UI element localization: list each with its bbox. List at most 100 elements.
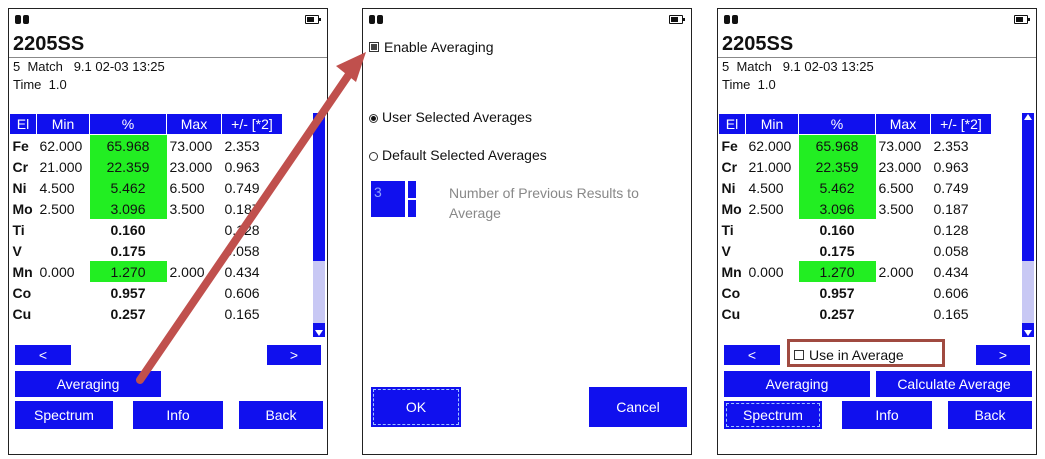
scroll-up-icon[interactable]	[315, 114, 323, 120]
table-row[interactable]: Fe 62.000 65.968 73.000 2.353	[719, 134, 992, 156]
status-bar	[718, 9, 1036, 31]
scrollbar-thumb[interactable]	[313, 261, 325, 323]
next-button[interactable]: >	[267, 345, 321, 365]
table-row[interactable]: Mo 2.500 3.096 3.500 0.187	[719, 198, 992, 219]
calculate-average-button[interactable]: Calculate Average	[876, 371, 1032, 397]
results-table-header: El Min% Max +/- [*2]	[718, 113, 992, 135]
scroll-down-icon[interactable]	[315, 330, 323, 336]
cell-el: Ni	[721, 179, 736, 196]
cell-min	[37, 303, 90, 324]
cell-el: Mn	[12, 263, 33, 280]
next-icon: >	[998, 347, 1008, 363]
time-line: Time 1.0	[13, 77, 67, 92]
stepper-down-icon[interactable]	[408, 200, 416, 217]
scrollbar-thumb[interactable]	[1022, 261, 1034, 323]
cell-el: Cr	[721, 158, 738, 175]
stepper-label: Number of Previous Results to Average	[449, 185, 639, 221]
cell-max: 6.500	[169, 179, 205, 196]
binoculars-icon	[15, 13, 29, 25]
cancel-button[interactable]: Cancel	[589, 387, 687, 427]
column-header: %	[798, 113, 876, 135]
cell-max: 2.000	[878, 263, 914, 280]
battery-icon	[669, 15, 685, 24]
cell-el: Mo	[12, 200, 33, 217]
stepper-up-icon[interactable]	[408, 181, 416, 198]
cell-pct: 65.968	[798, 134, 876, 156]
averaging-button[interactable]: Averaging	[15, 371, 161, 397]
table-row[interactable]: Co 0.957 0.606	[10, 282, 283, 303]
cell-max	[167, 282, 222, 303]
cell-max	[876, 282, 931, 303]
prev-button[interactable]: <	[724, 345, 780, 365]
cell-min	[746, 303, 799, 324]
cell-max	[167, 240, 222, 261]
status-bar	[363, 9, 691, 31]
back-button[interactable]: Back	[948, 401, 1032, 429]
cell-pct: 3.096	[798, 198, 876, 219]
cell-err: 0.165	[224, 305, 260, 322]
back-button[interactable]: Back	[239, 401, 323, 429]
table-row[interactable]: Mn 0.000 1.270 2.000 0.434	[10, 261, 283, 282]
averaging-button[interactable]: Averaging	[724, 371, 870, 397]
table-row[interactable]: Cu 0.257 0.165	[10, 303, 283, 324]
spectrum-button[interactable]: Spectrum	[724, 401, 822, 429]
scrollbar[interactable]	[313, 113, 325, 337]
table-row[interactable]: Mn 0.000 1.270 2.000 0.434	[719, 261, 992, 282]
cell-pct: 1.270	[89, 261, 167, 282]
table-row[interactable]: Co 0.957 0.606	[719, 282, 992, 303]
prev-button[interactable]: <	[15, 345, 71, 365]
cell-max	[167, 303, 222, 324]
next-icon: >	[289, 347, 299, 363]
table-row[interactable]: V 0.175 0.058	[719, 240, 992, 261]
default-selected-label: Default Selected Averages	[382, 147, 547, 163]
table-row[interactable]: Ni 4.500 5.462 6.500 0.749	[719, 177, 992, 198]
spectrum-button[interactable]: Spectrum	[15, 401, 113, 429]
checkbox-checked-icon	[369, 42, 379, 52]
table-row[interactable]: Cr 21.000 22.359 23.000 0.963	[719, 156, 992, 177]
table-row[interactable]: Fe 62.000 65.968 73.000 2.353	[10, 134, 283, 156]
cell-err: 0.128	[933, 221, 969, 238]
info-button[interactable]: Info	[133, 401, 223, 429]
column-header: Min	[36, 113, 90, 135]
cell-pct: 0.957	[110, 284, 146, 301]
spectrum-label: Spectrum	[34, 407, 94, 423]
scrollbar[interactable]	[1022, 113, 1034, 337]
table-row[interactable]: Ti 0.160 0.128	[719, 219, 992, 240]
table-row[interactable]: Ti 0.160 0.128	[10, 219, 283, 240]
column-header: Max	[166, 113, 222, 135]
scroll-up-icon[interactable]	[1024, 114, 1032, 120]
results-screen-right: 2205SS 5 Match 9.1 02-03 13:25 Time 1.0 …	[717, 8, 1037, 455]
cell-min	[746, 219, 799, 240]
table-row[interactable]: Cu 0.257 0.165	[719, 303, 992, 324]
default-selected-averages-radio[interactable]: Default Selected Averages	[369, 147, 547, 163]
scroll-down-icon[interactable]	[1024, 330, 1032, 336]
table-row[interactable]: V 0.175 0.058	[10, 240, 283, 261]
stepper-value[interactable]: 3	[371, 181, 405, 217]
results-table: El Min% Max +/- [*2] Fe 62.000 65.968 73.000 2.…	[9, 113, 283, 324]
cell-min: 62.000	[748, 137, 792, 154]
status-bar	[9, 9, 327, 31]
cell-min: 21.000	[39, 158, 83, 175]
table-row[interactable]: Mo 2.500 3.096 3.500 0.187	[10, 198, 283, 219]
cell-min: 4.500	[39, 179, 75, 196]
info-label: Info	[166, 407, 190, 423]
cell-max: 23.000	[878, 158, 922, 175]
ok-button[interactable]: OK	[371, 387, 461, 427]
user-selected-averages-radio[interactable]: User Selected Averages	[369, 109, 532, 125]
next-button[interactable]: >	[976, 345, 1030, 365]
table-row[interactable]: Ni 4.500 5.462 6.500 0.749	[10, 177, 283, 198]
table-row[interactable]: Cr 21.000 22.359 23.000 0.963	[10, 156, 283, 177]
radio-selected-icon	[369, 113, 378, 123]
cell-min: 2.500	[748, 200, 784, 217]
enable-averaging-checkbox[interactable]: Enable Averaging	[369, 39, 494, 55]
cell-err: 0.606	[933, 284, 969, 301]
time-line: Time 1.0	[722, 77, 776, 92]
back-label: Back	[974, 407, 1006, 423]
cell-pct: 0.957	[819, 284, 855, 301]
previous-results-stepper[interactable]: 3	[371, 181, 416, 217]
cell-err: 2.353	[933, 137, 969, 154]
battery-icon	[1014, 15, 1030, 24]
averaging-label: Averaging	[56, 376, 120, 392]
cell-el: Mn	[721, 263, 742, 280]
info-button[interactable]: Info	[842, 401, 932, 429]
